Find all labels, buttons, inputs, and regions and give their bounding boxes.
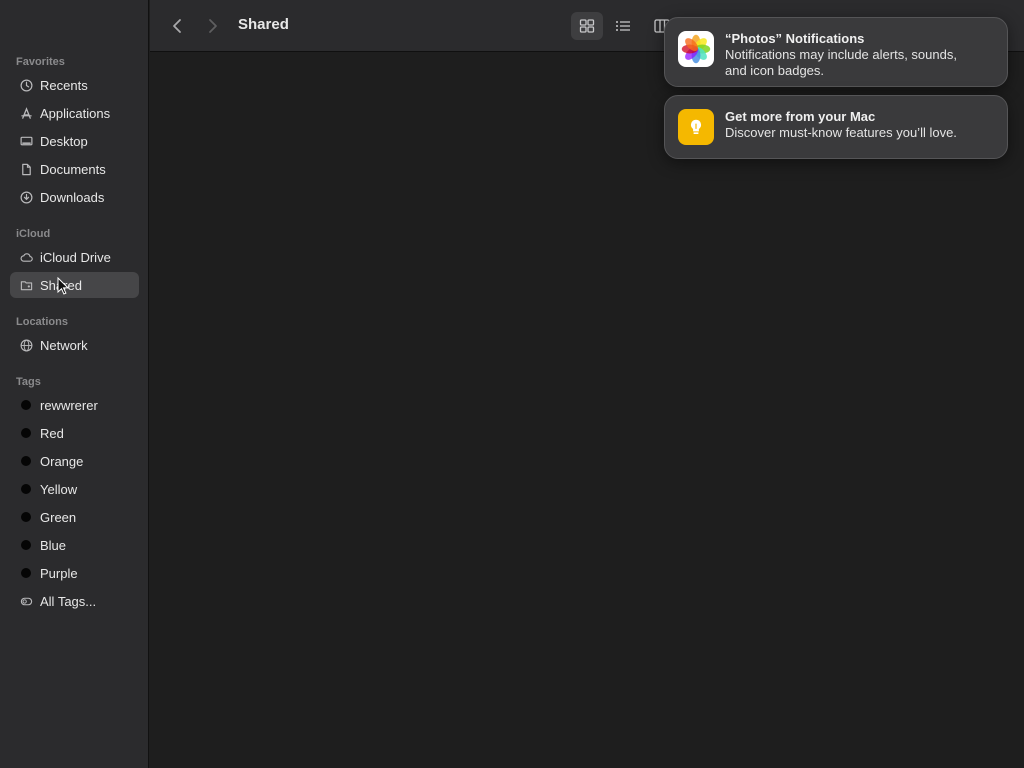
- tag-dot-icon: [21, 484, 31, 494]
- sidebar-item-applications[interactable]: Applications: [10, 100, 139, 126]
- sidebar-item-shared[interactable]: Shared: [10, 272, 139, 298]
- list-view-icon: [616, 21, 630, 31]
- sidebar-item-network[interactable]: Network: [10, 332, 139, 358]
- sidebar-item-label: Purple: [40, 565, 78, 581]
- all-tags-icon: [19, 594, 33, 608]
- sidebar-item-recents[interactable]: Recents: [10, 72, 139, 98]
- list-view-button[interactable]: [607, 12, 639, 40]
- sidebar-item-label: Applications: [40, 105, 111, 121]
- download-icon: [19, 190, 33, 204]
- icloud-section-title: iCloud: [16, 228, 51, 240]
- applications-icon: [19, 106, 33, 120]
- notification-text: “Photos” Notifications Notifications may…: [725, 31, 957, 79]
- sidebar-item-label: Orange: [40, 453, 84, 469]
- sidebar-item-label: rewwrerer: [40, 397, 98, 413]
- icon-view-icon: [579, 19, 595, 33]
- sidebar-item-desktop[interactable]: Desktop: [10, 128, 139, 154]
- locations-section-title: Locations: [16, 316, 68, 328]
- sidebar-item-label: Red: [40, 425, 64, 441]
- tag-dot-icon: [21, 428, 31, 438]
- document-icon: [19, 162, 33, 176]
- photos-notification[interactable]: “Photos” Notifications Notifications may…: [664, 17, 1008, 87]
- sidebar-item-label: Blue: [40, 537, 67, 553]
- photos-app-icon: [678, 31, 714, 67]
- file-browser-content[interactable]: [150, 53, 1024, 768]
- notification-text: Get more from your Mac Discover must-kno…: [725, 109, 957, 141]
- notification-body: Discover must-know features you’ll love.: [725, 125, 957, 140]
- favorites-section-title: Favorites: [16, 56, 65, 68]
- tag-dot-icon: [21, 512, 31, 522]
- mouse-cursor-icon: [57, 277, 69, 295]
- sidebar-item-label: Documents: [40, 161, 106, 177]
- tag-dot-icon: [21, 540, 31, 550]
- sidebar: Favorites Recents Applications Desktop D…: [0, 0, 149, 768]
- tag-dot-icon: [21, 568, 31, 578]
- sidebar-tag-purple[interactable]: Purple: [10, 560, 139, 586]
- chevron-left-icon: [173, 19, 181, 33]
- forward-button[interactable]: [202, 14, 224, 38]
- sidebar-item-documents[interactable]: Documents: [10, 156, 139, 182]
- sidebar-item-label: Yellow: [40, 481, 78, 497]
- tips-app-icon: [678, 109, 714, 145]
- tags-section-title: Tags: [16, 376, 41, 388]
- notification-title: Get more from your Mac: [725, 109, 876, 124]
- sidebar-item-label: Desktop: [40, 133, 88, 149]
- notification-body: Notifications may include alerts, sounds…: [725, 47, 957, 62]
- shared-folder-icon: [19, 278, 33, 292]
- sidebar-tag-orange[interactable]: Orange: [10, 448, 139, 474]
- back-button[interactable]: [166, 14, 188, 38]
- globe-icon: [19, 338, 33, 352]
- window-title: Shared: [238, 16, 289, 33]
- icon-view-button[interactable]: [571, 12, 603, 40]
- sidebar-item-label: iCloud Drive: [40, 249, 111, 265]
- sidebar-item-downloads[interactable]: Downloads: [10, 184, 139, 210]
- clock-icon: [19, 78, 33, 92]
- sidebar-tag-rewwrerer[interactable]: rewwrerer: [10, 392, 139, 418]
- notification-body: and icon badges.: [725, 63, 825, 78]
- sidebar-item-icloud-drive[interactable]: iCloud Drive: [10, 244, 139, 270]
- notification-title: “Photos” Notifications: [725, 31, 865, 46]
- sidebar-item-label: All Tags...: [40, 593, 97, 609]
- sidebar-tag-blue[interactable]: Blue: [10, 532, 139, 558]
- sidebar-tag-yellow[interactable]: Yellow: [10, 476, 139, 502]
- sidebar-item-label: Green: [40, 509, 77, 525]
- sidebar-item-all-tags[interactable]: All Tags...: [10, 588, 139, 614]
- desktop-icon: [19, 134, 33, 148]
- sidebar-item-label: Network: [40, 337, 88, 353]
- tag-dot-icon: [21, 456, 31, 466]
- chevron-right-icon: [209, 19, 217, 33]
- sidebar-item-label: Downloads: [40, 189, 105, 205]
- tag-dot-icon: [21, 400, 31, 410]
- tips-notification[interactable]: Get more from your Mac Discover must-kno…: [664, 95, 1008, 159]
- sidebar-tag-green[interactable]: Green: [10, 504, 139, 530]
- sidebar-tag-red[interactable]: Red: [10, 420, 139, 446]
- cloud-icon: [19, 250, 33, 264]
- sidebar-item-label: Recents: [40, 77, 88, 93]
